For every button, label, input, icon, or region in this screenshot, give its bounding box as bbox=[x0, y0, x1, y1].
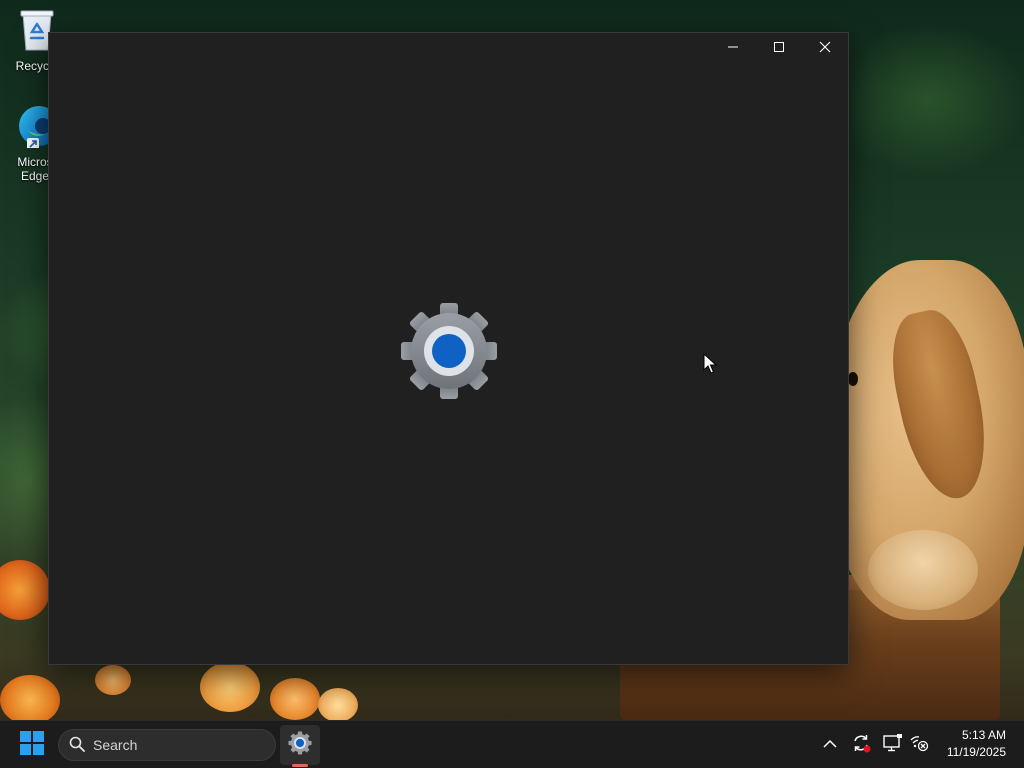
minimize-button[interactable] bbox=[710, 33, 756, 65]
wallpaper-puppy-paw bbox=[868, 530, 978, 610]
system-clock[interactable]: 5:13 AM 11/19/2025 bbox=[947, 727, 1006, 761]
taskbar-app-settings[interactable] bbox=[280, 725, 320, 765]
maximize-icon bbox=[773, 40, 785, 58]
windows-start-icon bbox=[20, 730, 44, 760]
search-icon bbox=[69, 736, 85, 755]
network-button[interactable] bbox=[907, 733, 931, 757]
close-icon bbox=[819, 40, 831, 58]
minimize-icon bbox=[727, 40, 739, 58]
close-button[interactable] bbox=[802, 33, 848, 65]
taskbar: Search 5:13 AM 11/19/2025 bbox=[0, 720, 1024, 768]
show-hidden-icons-button[interactable] bbox=[818, 733, 842, 757]
clock-time: 5:13 AM bbox=[961, 728, 1006, 742]
wallpaper-flower bbox=[95, 665, 131, 695]
sync-icon bbox=[851, 733, 871, 758]
start-button[interactable] bbox=[12, 725, 52, 765]
active-app-indicator bbox=[292, 764, 308, 767]
settings-gear-icon bbox=[288, 730, 312, 760]
network-disconnected-icon bbox=[909, 734, 929, 757]
chevron-up-icon bbox=[823, 736, 837, 754]
wallpaper-flower bbox=[0, 675, 60, 725]
mouse-cursor-icon bbox=[703, 352, 718, 380]
clock-date: 11/19/2025 bbox=[946, 745, 1006, 759]
wallpaper-flower bbox=[318, 688, 358, 722]
wallpaper-flower bbox=[200, 662, 260, 712]
display-icon bbox=[883, 733, 903, 757]
maximize-button[interactable] bbox=[756, 33, 802, 65]
search-placeholder: Search bbox=[93, 737, 138, 753]
display-button[interactable] bbox=[881, 733, 905, 757]
wallpaper-puppy-eye bbox=[848, 372, 858, 386]
wallpaper-flower bbox=[0, 560, 50, 620]
search-box[interactable]: Search bbox=[58, 729, 276, 761]
settings-gear-icon bbox=[399, 301, 499, 401]
wallpaper-flower bbox=[270, 678, 320, 720]
update-status-button[interactable] bbox=[849, 733, 873, 757]
desktop: Recycle Micros Edge Search 5:13 AM 11/19… bbox=[0, 0, 1024, 768]
settings-window[interactable] bbox=[48, 32, 849, 665]
